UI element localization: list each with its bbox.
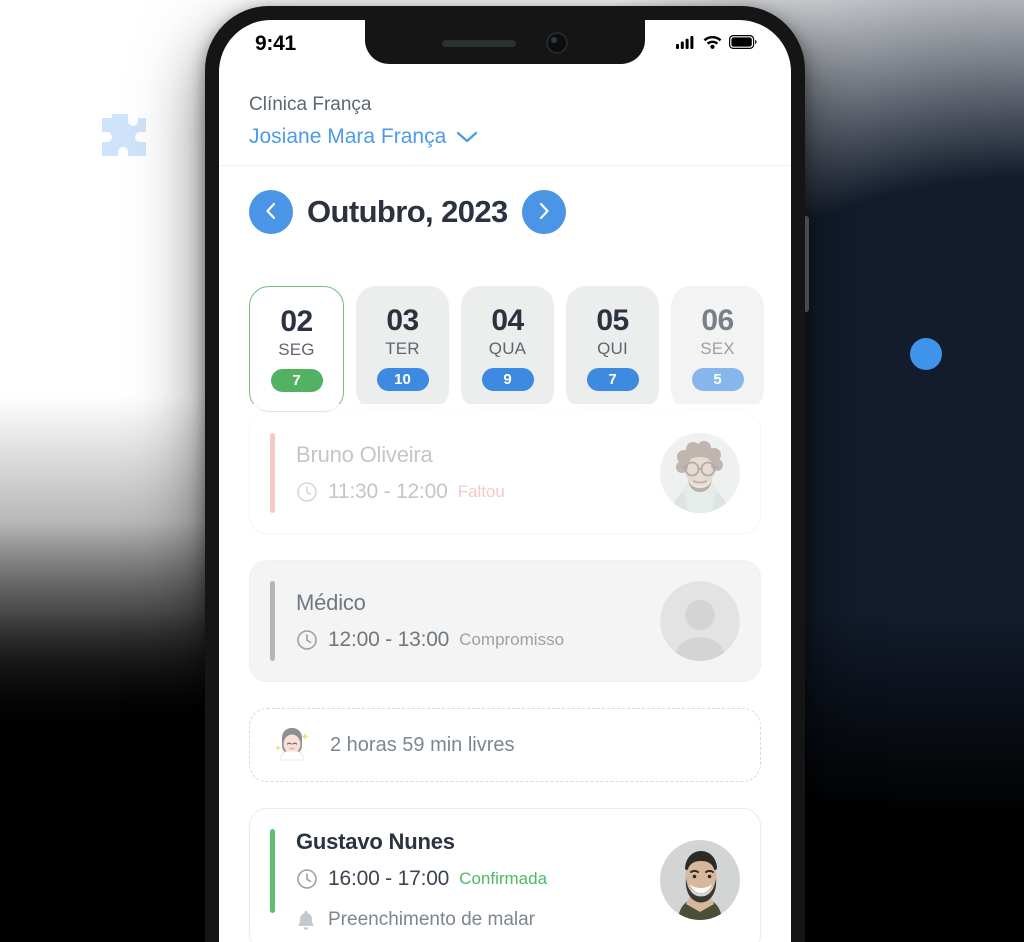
battery-full-icon [729,34,757,54]
day-weekday: SEG [278,340,315,360]
patient-name: Bruno Oliveira [296,442,433,467]
day-count-badge: 10 [376,368,429,392]
next-month-button[interactable] [521,190,566,234]
appointment-time: 16:00 - 17:00 [328,867,450,890]
day-number: 04 [491,303,524,337]
avatar-placeholder-icon [660,581,740,661]
status-accent-bar [270,581,275,661]
appointment-details: Gustavo Nunes 16:00 - 17:00 Confirmada P… [272,829,646,931]
day-number: 06 [701,303,734,337]
bell-icon [296,909,316,931]
earpiece-speaker-icon [442,39,516,47]
day-card-03[interactable]: 03 TER 10 [356,286,449,410]
clock-icon [296,868,318,890]
day-weekday: QUI [597,339,628,359]
day-count-badge: 7 [586,368,639,392]
appointment-card-medico[interactable]: Médico 12:00 - 13:00 Compromisso [249,560,761,682]
chevron-right-icon [536,201,552,224]
clock-icon [296,481,318,503]
day-card-05[interactable]: 05 QUI 7 [566,286,659,410]
phone-screen: 9:41 Clínica França Josiane Mara França … [219,20,791,942]
user-name: Josiane Mara França [249,125,447,148]
patient-photo-gustavo [660,840,740,920]
front-camera-icon [546,32,568,54]
day-selector-strip[interactable]: 02 SEG 7 03 TER 10 04 QUA 9 05 QUI 7 06 … [219,286,791,412]
clock-icon [296,629,318,651]
day-card-06[interactable]: 06 SEX 5 [671,286,764,410]
day-count-badge: 9 [481,368,534,392]
status-time: 9:41 [255,32,296,55]
status-badge: Confirmada [459,869,548,888]
free-slot-text: 2 horas 59 min livres [330,733,515,756]
day-number: 03 [386,303,419,337]
appointment-note-row: Preenchimento de malar [296,909,646,931]
appointment-details: Bruno Oliveira 11:30 - 12:00 Faltou [272,442,646,504]
clinic-name: Clínica França [249,94,372,115]
appointment-time: 11:30 - 12:00 [328,480,448,503]
month-label: Outubro, 2023 [307,194,508,229]
blue-dot-decoration [910,338,942,370]
free-slot-card[interactable]: 2 horas 59 min livres [249,708,761,782]
appointment-card-gustavo-nunes[interactable]: Gustavo Nunes 16:00 - 17:00 Confirmada P… [249,808,761,942]
appointment-details: Médico 12:00 - 13:00 Compromisso [272,590,646,652]
status-accent-bar [270,433,275,513]
power-button[interactable] [805,216,809,312]
person-relaxing-illustration-icon [272,725,312,765]
status-badge: Faltou [457,482,505,501]
patient-photo-bruno [660,433,740,513]
day-card-02[interactable]: 02 SEG 7 [249,286,344,412]
day-number: 02 [280,304,313,338]
status-badge: Compromisso [459,630,565,649]
user-selector[interactable]: Josiane Mara França [249,125,761,149]
appointment-time: 12:00 - 13:00 [328,628,450,651]
app-header: Clínica França Josiane Mara França [219,68,791,166]
day-weekday: SEX [700,339,735,359]
day-card-04[interactable]: 04 QUA 9 [461,286,554,410]
appointment-time-row: 16:00 - 17:00 Confirmada [296,867,646,891]
appointment-title: Médico [296,590,366,615]
status-accent-bar [270,829,275,913]
puzzle-piece-icon [92,108,148,160]
appointment-note: Preenchimento de malar [328,909,535,930]
chevron-down-icon [456,130,478,144]
day-weekday: QUA [488,339,527,359]
phone-notch [365,20,645,64]
day-weekday: TER [385,339,420,359]
cellular-signal-icon [676,35,696,54]
month-navigation: Outubro, 2023 [219,190,791,234]
chevron-left-icon [263,201,279,224]
day-number: 05 [596,303,629,337]
day-count-badge: 5 [691,368,744,392]
screenshot-stage: 9:41 Clínica França Josiane Mara França … [0,0,1024,942]
day-count-badge: 7 [270,369,323,393]
wifi-icon [703,35,722,54]
appointment-list[interactable]: Bruno Oliveira 11:30 - 12:00 Faltou Médi… [219,412,791,942]
appointment-time-row: 12:00 - 13:00 Compromisso [296,628,646,652]
appointment-card-bruno-oliveira[interactable]: Bruno Oliveira 11:30 - 12:00 Faltou [249,412,761,534]
patient-name: Gustavo Nunes [296,829,455,854]
status-icons [676,34,761,54]
phone-frame: 9:41 Clínica França Josiane Mara França … [205,6,809,942]
prev-month-button[interactable] [249,190,293,234]
appointment-time-row: 11:30 - 12:00 Faltou [296,480,646,504]
